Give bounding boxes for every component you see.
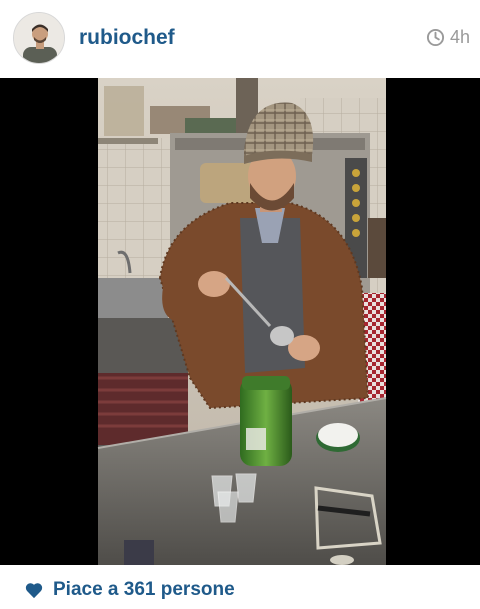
likes-link[interactable]: Piace a 361 persone <box>24 579 235 601</box>
time-label: 4h <box>449 27 470 47</box>
kitchen-scene-image <box>0 78 480 565</box>
username-link[interactable]: rubiochef <box>79 26 175 50</box>
post-footer: Piace a 361 persone <box>0 565 480 609</box>
heart-icon <box>25 583 43 599</box>
post-header: rubiochef 4h <box>0 0 480 78</box>
likes-count-label: Piace a 361 persone <box>53 579 235 600</box>
clock-icon <box>426 28 445 47</box>
avatar-image <box>14 13 64 63</box>
post-photo[interactable] <box>0 78 480 565</box>
avatar[interactable] <box>13 12 65 64</box>
post-time: 4h <box>426 27 470 48</box>
